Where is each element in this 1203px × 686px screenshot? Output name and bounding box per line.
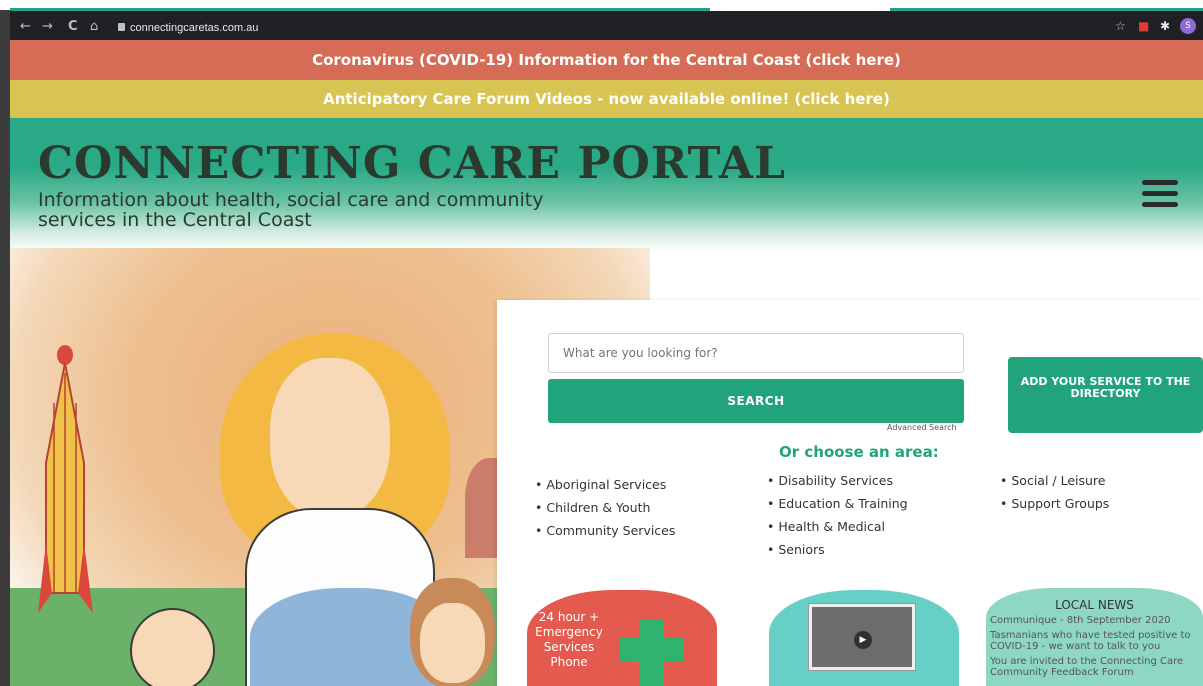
area-link[interactable]: Social / Leisure bbox=[1000, 469, 1109, 492]
reload-icon[interactable]: C bbox=[68, 19, 78, 34]
profile-avatar[interactable]: S bbox=[1180, 18, 1196, 34]
area-link[interactable]: Seniors bbox=[767, 538, 908, 561]
news-item[interactable]: Tasmanians who have tested positive to C… bbox=[990, 630, 1199, 652]
video-thumbnail[interactable]: ▶ bbox=[809, 604, 915, 670]
area-link[interactable]: Health & Medical bbox=[767, 515, 908, 538]
areas-column-3: Social / Leisure Support Groups bbox=[1000, 469, 1109, 515]
areas-heading: Or choose an area: bbox=[779, 443, 939, 461]
site-subtitle: Information about health, social care an… bbox=[38, 189, 544, 231]
covid-info-banner[interactable]: Coronavirus (COVID-19) Information for t… bbox=[10, 40, 1203, 80]
news-item[interactable]: You are invited to the Connecting Care C… bbox=[990, 656, 1199, 678]
areas-column-1: Aboriginal Services Children & Youth Com… bbox=[535, 473, 675, 542]
tab-strip bbox=[0, 0, 1203, 11]
area-link[interactable]: Support Groups bbox=[1000, 492, 1109, 515]
area-link[interactable]: Community Services bbox=[535, 519, 675, 542]
woman-face-illustration bbox=[270, 358, 390, 518]
window-edge bbox=[0, 10, 10, 686]
forum-videos-banner[interactable]: Anticipatory Care Forum Videos - now ava… bbox=[10, 80, 1203, 118]
lock-icon bbox=[118, 23, 125, 31]
add-service-button[interactable]: ADD YOUR SERVICE TO THE DIRECTORY bbox=[1008, 357, 1203, 433]
emergency-phone-card[interactable]: 24 hour + Emergency Services Phone bbox=[527, 590, 717, 686]
menu-hamburger-icon[interactable] bbox=[1142, 180, 1178, 208]
play-icon[interactable]: ▶ bbox=[854, 631, 872, 649]
home-icon[interactable]: ⌂ bbox=[90, 19, 98, 34]
search-input[interactable] bbox=[548, 333, 964, 373]
areas-column-2: Disability Services Education & Training… bbox=[767, 469, 908, 561]
address-bar[interactable]: connectingcaretas.com.au bbox=[130, 22, 258, 34]
site-title[interactable]: CONNECTING CARE PORTAL bbox=[38, 138, 786, 189]
search-button[interactable]: SEARCH bbox=[548, 379, 964, 423]
child-face-illustration bbox=[420, 603, 485, 683]
back-icon[interactable]: ← bbox=[20, 19, 31, 34]
baby-illustration bbox=[130, 608, 215, 686]
area-link[interactable]: Education & Training bbox=[767, 492, 907, 515]
pdf-extension-icon[interactable]: ■ bbox=[1138, 19, 1149, 33]
medical-cross-bar bbox=[619, 638, 683, 662]
area-link[interactable]: Children & Youth bbox=[535, 496, 675, 519]
advanced-search-link[interactable]: Advanced Search bbox=[887, 423, 957, 432]
extensions-puzzle-icon[interactable]: ✱ bbox=[1160, 19, 1170, 33]
news-item[interactable]: Communique - 8th September 2020 bbox=[990, 615, 1199, 626]
forward-icon[interactable]: → bbox=[42, 19, 53, 34]
area-link[interactable]: Aboriginal Services bbox=[535, 473, 675, 496]
video-card[interactable]: ▶ bbox=[769, 590, 959, 686]
rocket-illustration bbox=[38, 345, 93, 613]
local-news-title: LOCAL NEWS bbox=[1055, 598, 1134, 612]
search-panel: SEARCH Advanced Search ADD YOUR SERVICE … bbox=[497, 300, 1203, 686]
area-link[interactable]: Disability Services bbox=[767, 469, 908, 492]
local-news-card: LOCAL NEWS Communique - 8th September 20… bbox=[986, 588, 1203, 686]
bookmark-star-icon[interactable]: ☆ bbox=[1115, 19, 1126, 33]
emergency-card-text: 24 hour + Emergency Services Phone bbox=[535, 610, 603, 669]
